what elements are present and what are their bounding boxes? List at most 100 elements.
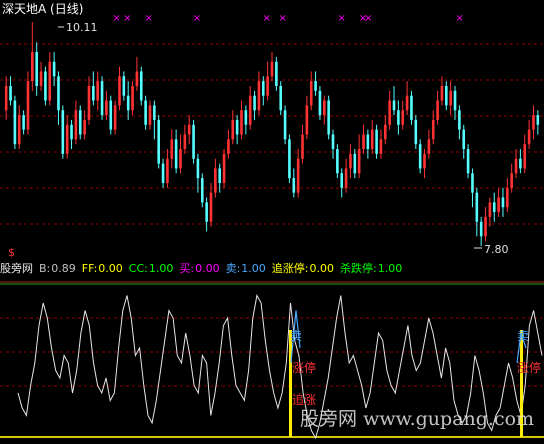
candle-body: [301, 134, 304, 159]
candle-body: [13, 100, 17, 145]
candle-body: [506, 187, 509, 208]
candle-body: [153, 105, 156, 120]
candle-body: [139, 71, 143, 101]
candle-body: [214, 168, 217, 193]
candle-body: [353, 153, 357, 174]
candle-body: [532, 115, 535, 130]
candle-body: [431, 119, 435, 140]
candle-body: [209, 192, 213, 222]
candle-body: [418, 144, 422, 169]
candle-body: [475, 192, 479, 222]
candle-body: [118, 76, 121, 106]
watermark-cn: 股旁网: [300, 408, 358, 430]
candle-body: [314, 81, 317, 91]
indicator-field-kill: 杀跌停: 1.00: [340, 262, 402, 276]
candle-body: [70, 124, 73, 140]
candle-body: [375, 129, 378, 154]
candle-body: [501, 197, 505, 208]
candle-body: [318, 90, 322, 116]
candle-body: [231, 119, 235, 140]
signal-marker: ×: [145, 13, 153, 24]
indicator-field-value: 1.00: [241, 262, 266, 275]
candle-body: [514, 158, 518, 174]
candle-body: [466, 149, 470, 174]
candle-body: [4, 86, 8, 111]
indicator-field-sell: 卖: 1.00: [226, 262, 266, 276]
indicator-field-value: 1.00: [377, 262, 403, 275]
limit-up-label-2: 涨停: [517, 360, 541, 375]
candle-body: [192, 124, 195, 159]
low-price-label: 7.80: [484, 243, 509, 256]
candle-body: [235, 119, 239, 135]
candle-body: [52, 61, 56, 77]
candle-body: [122, 76, 126, 96]
candle-body: [48, 61, 52, 101]
sell-signal-label-2: 卖: [517, 329, 529, 343]
stock-chart-window: { "title": "深天地A (日线)", "indicator": { "…: [0, 0, 544, 444]
candle-body: [74, 110, 78, 140]
watermark: 股旁网 www.gupang.com: [300, 404, 534, 431]
candle-body: [126, 95, 130, 111]
indicator-field-chase: 追涨停: 0.00: [272, 262, 334, 276]
candle-body: [397, 110, 400, 125]
indicator-field-FF: FF: 0.00: [82, 262, 123, 276]
candlestick-series: [4, 22, 540, 246]
candle-body: [440, 86, 444, 101]
candle-body: [305, 105, 309, 135]
candle-body: [283, 110, 287, 140]
candle-body: [35, 52, 38, 86]
candle-body: [113, 105, 117, 130]
indicator-field-B: B: 0.89: [39, 262, 76, 276]
candle-body: [405, 95, 409, 111]
indicator-field-CC: CC: 1.00: [129, 262, 174, 276]
candle-body: [166, 158, 169, 183]
indicator-field-buy: 买: 0.00: [179, 262, 219, 276]
chart-canvas: × × × × × × × ×× × 10.11 7.80 $ 卖 卖 涨停 涨停 追涨: [0, 13, 544, 440]
candle-body: [144, 100, 147, 125]
candle-body: [222, 153, 226, 183]
candle-body: [492, 202, 496, 213]
indicator-field-value: 0.00: [98, 262, 123, 275]
candle-body: [253, 95, 256, 111]
candle-body: [187, 124, 191, 135]
candle-body: [366, 134, 370, 150]
high-price-label: 10.11: [66, 21, 98, 34]
candle-body: [183, 134, 187, 150]
candle-body: [423, 153, 426, 169]
candle-body: [536, 115, 540, 125]
candle-body: [384, 124, 387, 140]
candle-body: [244, 110, 248, 125]
candle-body: [309, 81, 313, 106]
signal-marker: ×: [112, 13, 120, 24]
candle-body: [100, 81, 104, 116]
candle-body: [449, 90, 452, 106]
candle-body: [453, 90, 457, 111]
candle-body: [275, 61, 278, 86]
candle-body: [44, 71, 47, 101]
candle-body: [109, 100, 113, 130]
signal-marker: ×: [123, 13, 131, 24]
candle-body: [196, 158, 200, 179]
candle-body: [370, 129, 374, 150]
candle-body: [292, 178, 296, 193]
candle-body: [436, 100, 439, 120]
indicator-field-label: FF:: [81, 262, 98, 275]
candle-body: [510, 173, 513, 188]
candle-body: [488, 202, 492, 217]
signal-marker: ×: [193, 13, 201, 24]
candle-body: [479, 221, 483, 237]
candle-body: [148, 105, 152, 125]
limit-up-label: 涨停: [292, 360, 316, 375]
candle-body: [379, 139, 383, 154]
candle-body: [83, 119, 86, 135]
signal-marker: ×: [455, 13, 463, 24]
candle-body: [414, 119, 418, 145]
candle-body: [96, 81, 99, 101]
indicator-field-value: 0.89: [51, 262, 76, 275]
sell-signal-label: 卖: [290, 329, 302, 343]
candle-body: [161, 163, 165, 183]
signal-marker: ×: [337, 13, 345, 24]
candle-body: [240, 110, 243, 135]
candle-body: [527, 129, 531, 145]
signal-markers: × × × × × × × ×× ×: [112, 13, 463, 24]
